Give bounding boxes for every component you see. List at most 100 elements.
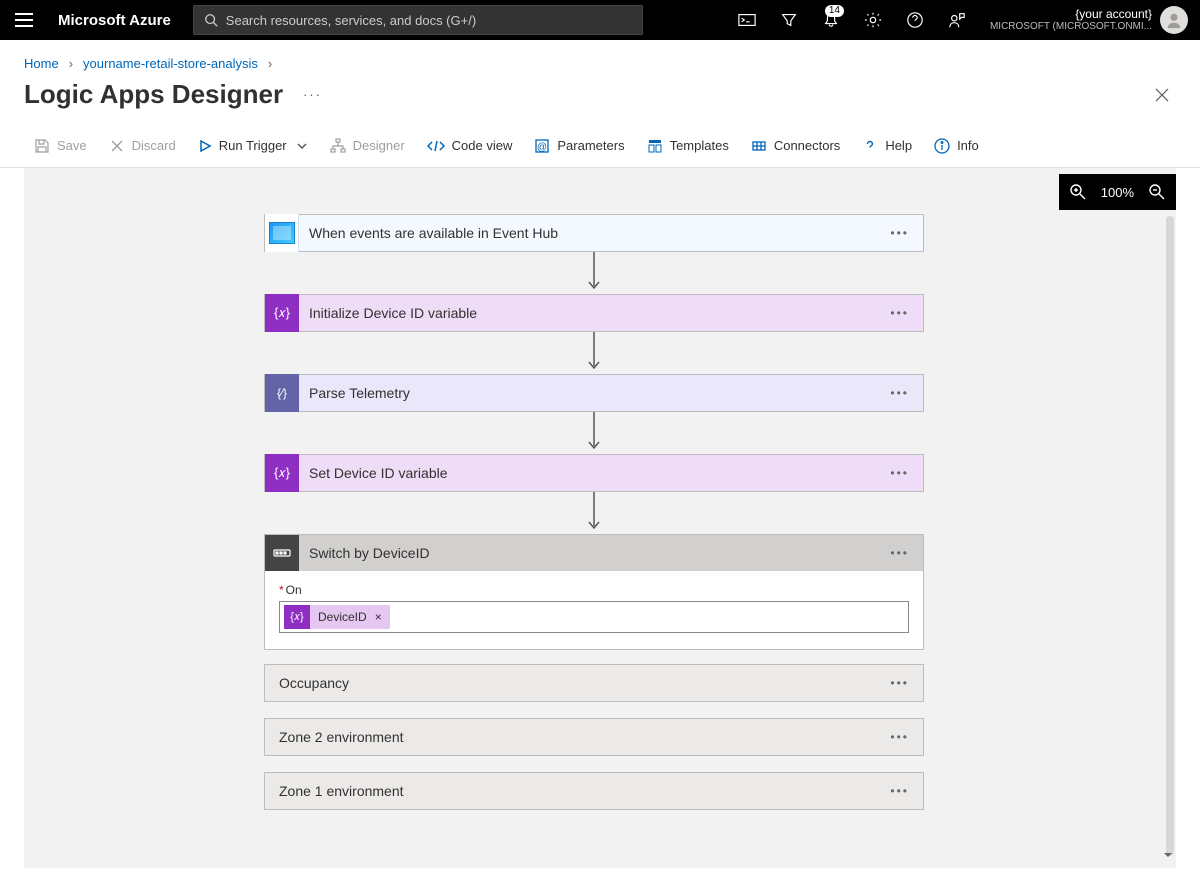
cloud-shell-button[interactable] [726, 0, 768, 40]
step-more-button[interactable]: ••• [890, 677, 909, 689]
settings-button[interactable] [852, 0, 894, 40]
account-tenant: MICROSOFT (MICROSOFT.ONMI... [990, 21, 1152, 33]
case-title: Zone 1 environment [279, 783, 404, 799]
templates-icon [647, 138, 663, 154]
step-title: When events are available in Event Hub [299, 225, 558, 241]
account-name: {your account} [990, 7, 1152, 21]
designer-toolbar: Save Discard Run Trigger Designer Code v… [0, 124, 1200, 168]
templates-button[interactable]: Templates [637, 124, 739, 168]
parse-icon: {∕} [265, 374, 299, 412]
on-field-label: *On [279, 583, 909, 597]
feedback-button[interactable] [936, 0, 978, 40]
step-title: Parse Telemetry [299, 385, 410, 401]
switch-icon [265, 535, 299, 571]
step-more-button[interactable]: ••• [890, 785, 909, 797]
workflow: When events are available in Event Hub •… [264, 214, 924, 826]
parameters-icon: @ [534, 138, 550, 154]
parameters-button[interactable]: @ Parameters [524, 124, 634, 168]
step-more-button[interactable]: ••• [890, 307, 909, 319]
discard-icon [109, 138, 125, 154]
device-id-token[interactable]: {𝑥} DeviceID × [284, 605, 390, 629]
zoom-in-icon [1069, 183, 1087, 201]
help-icon [862, 138, 878, 154]
notification-badge: 14 [825, 5, 844, 17]
info-icon [934, 138, 950, 154]
help-button[interactable] [894, 0, 936, 40]
breadcrumb-resource[interactable]: yourname-retail-store-analysis [83, 56, 258, 71]
avatar-icon [1165, 11, 1183, 29]
page-title-row: Logic Apps Designer ··· [0, 77, 1200, 124]
switch-header[interactable]: Switch by DeviceID ••• [265, 535, 923, 571]
token-label: DeviceID [318, 610, 367, 624]
arrow-icon [264, 332, 924, 374]
azure-top-bar: Microsoft Azure 14 {your account} MICROS… [0, 0, 1200, 40]
switch-step[interactable]: Switch by DeviceID ••• *On {𝑥} DeviceID … [264, 534, 924, 650]
parse-telemetry-step[interactable]: {∕} Parse Telemetry ••• [264, 374, 924, 412]
account-info[interactable]: {your account} MICROSOFT (MICROSOFT.ONMI… [978, 7, 1160, 33]
help-button-toolbar[interactable]: Help [852, 124, 922, 168]
variable-icon: {𝑥} [284, 605, 310, 629]
step-more-button[interactable]: ••• [890, 547, 909, 559]
breadcrumb-home[interactable]: Home [24, 56, 59, 71]
arrow-icon [264, 492, 924, 534]
step-more-button[interactable]: ••• [890, 227, 909, 239]
step-title: Switch by DeviceID [299, 545, 430, 561]
step-title: Initialize Device ID variable [299, 305, 477, 321]
avatar[interactable] [1160, 6, 1188, 34]
case-zone2[interactable]: Zone 2 environment ••• [264, 718, 924, 756]
scroll-down-button[interactable] [1162, 849, 1174, 864]
designer-canvas[interactable]: 100% When events are available in Event … [24, 168, 1176, 868]
zoom-out-button[interactable] [1148, 183, 1166, 201]
save-button[interactable]: Save [24, 124, 97, 168]
remove-token-button[interactable]: × [375, 610, 382, 624]
step-more-button[interactable]: ••• [890, 731, 909, 743]
event-hub-icon [265, 214, 299, 252]
trigger-step[interactable]: When events are available in Event Hub •… [264, 214, 924, 252]
case-title: Occupancy [279, 675, 349, 691]
designer-button[interactable]: Designer [320, 124, 415, 168]
close-icon [1155, 88, 1169, 102]
run-trigger-button[interactable]: Run Trigger [188, 124, 318, 168]
variable-icon: {𝑥} [265, 294, 299, 332]
page-title: Logic Apps Designer [24, 79, 283, 110]
title-more-button[interactable]: ··· [303, 87, 322, 102]
svg-text:@: @ [537, 142, 547, 153]
set-variable-step[interactable]: {𝑥} Set Device ID variable ••• [264, 454, 924, 492]
zoom-level: 100% [1101, 185, 1134, 200]
directories-button[interactable] [768, 0, 810, 40]
hamburger-icon [15, 13, 33, 27]
on-field-input[interactable]: {𝑥} DeviceID × [279, 601, 909, 633]
play-icon [198, 139, 212, 153]
case-zone1[interactable]: Zone 1 environment ••• [264, 772, 924, 810]
hamburger-menu[interactable] [4, 0, 44, 40]
zoom-in-button[interactable] [1069, 183, 1087, 201]
code-view-button[interactable]: Code view [417, 124, 523, 168]
chevron-down-icon [296, 140, 308, 152]
variable-icon: {𝑥} [265, 454, 299, 492]
chevron-right-icon: › [69, 56, 73, 71]
discard-button[interactable]: Discard [99, 124, 186, 168]
question-icon [906, 11, 924, 29]
cloud-shell-icon [738, 12, 756, 28]
zoom-out-icon [1148, 183, 1166, 201]
zoom-control: 100% [1059, 174, 1176, 210]
connectors-button[interactable]: Connectors [741, 124, 850, 168]
search-icon [204, 13, 218, 27]
caret-down-icon [1162, 849, 1174, 861]
global-search[interactable] [193, 5, 643, 35]
brand-label: Microsoft Azure [44, 12, 189, 29]
filter-icon [780, 11, 798, 29]
arrow-icon [264, 412, 924, 454]
person-feedback-icon [948, 11, 966, 29]
case-occupancy[interactable]: Occupancy ••• [264, 664, 924, 702]
step-more-button[interactable]: ••• [890, 387, 909, 399]
save-icon [34, 138, 50, 154]
scrollbar[interactable] [1166, 216, 1174, 856]
code-icon [427, 139, 445, 153]
search-input[interactable] [226, 13, 632, 28]
close-button[interactable] [1148, 81, 1176, 109]
info-button[interactable]: Info [924, 124, 989, 168]
initialize-variable-step[interactable]: {𝑥} Initialize Device ID variable ••• [264, 294, 924, 332]
notifications-button[interactable]: 14 [810, 0, 852, 40]
step-more-button[interactable]: ••• [890, 467, 909, 479]
